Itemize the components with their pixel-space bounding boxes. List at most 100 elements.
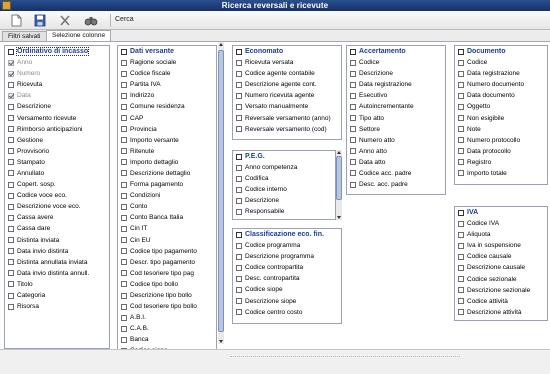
column-checkbox[interactable] (458, 103, 464, 110)
column-checkbox[interactable] (8, 115, 14, 122)
group-checkbox[interactable] (350, 48, 356, 55)
column-option[interactable]: Versato manualmente (233, 101, 341, 112)
column-option[interactable]: Codice siope (233, 284, 341, 295)
column-checkbox[interactable] (236, 298, 242, 305)
column-option[interactable]: Responsabile (233, 206, 335, 217)
column-checkbox[interactable] (458, 253, 464, 260)
column-option[interactable]: C.A.B. (118, 323, 216, 334)
column-option[interactable]: Anno atto (347, 146, 445, 157)
column-option[interactable]: Importo totale (455, 168, 547, 179)
group-checkbox[interactable] (236, 48, 242, 55)
column-checkbox[interactable] (121, 259, 127, 266)
column-checkbox[interactable] (458, 220, 464, 227)
column-checkbox[interactable] (8, 170, 14, 177)
column-option[interactable]: Versamento ricevute (5, 112, 109, 123)
column-option[interactable]: Indirizzo (118, 90, 216, 101)
column-option[interactable]: Forma pagamento (118, 179, 216, 190)
group-checkbox[interactable] (236, 231, 242, 238)
column-checkbox[interactable] (458, 231, 464, 238)
column-checkbox[interactable] (458, 276, 464, 283)
column-checkbox[interactable] (236, 186, 242, 193)
column-checkbox[interactable] (350, 81, 356, 88)
column-option[interactable]: Provvisorio (5, 146, 109, 157)
column-checkbox[interactable] (121, 336, 127, 343)
column-checkbox[interactable] (8, 92, 14, 99)
column-checkbox[interactable] (8, 270, 14, 277)
column-checkbox[interactable] (458, 59, 464, 66)
column-checkbox[interactable] (8, 292, 14, 299)
column-option[interactable]: Oggetto (455, 101, 547, 112)
column-option[interactable]: Desc. contropartita (233, 273, 341, 284)
column-checkbox[interactable] (236, 175, 242, 182)
column-option[interactable]: Tipo atto (347, 112, 445, 123)
column-option[interactable]: Cod tesoriere tipo pag (118, 268, 216, 279)
column-option[interactable]: Rimborso anticipazioni (5, 124, 109, 135)
column-option[interactable]: Data invio distinta (5, 246, 109, 257)
column-checkbox[interactable] (350, 70, 356, 77)
column-option[interactable]: Distinta annullata inviata (5, 257, 109, 268)
column-checkbox[interactable] (458, 170, 464, 177)
column-option[interactable]: Descrizione sezionale (455, 285, 547, 296)
column-option[interactable]: Codice contropartita (233, 262, 341, 273)
column-checkbox[interactable] (236, 103, 242, 110)
column-option[interactable]: Registro (455, 157, 547, 168)
column-checkbox[interactable] (458, 148, 464, 155)
column-checkbox[interactable] (8, 126, 14, 133)
column-option[interactable]: Codice fiscale (118, 68, 216, 79)
column-option[interactable]: Codice acc. padre (347, 168, 445, 179)
column-checkbox[interactable] (8, 237, 14, 244)
column-option[interactable]: Data (5, 90, 109, 101)
column-checkbox[interactable] (121, 314, 127, 321)
column-checkbox[interactable] (236, 264, 242, 271)
column-checkbox[interactable] (236, 70, 242, 77)
column-option[interactable]: Condizioni (118, 190, 216, 201)
column-option[interactable]: Numero protocollo (455, 135, 547, 146)
column-checkbox[interactable] (121, 148, 127, 155)
column-checkbox[interactable] (350, 115, 356, 122)
scrollbar-thumb[interactable] (218, 50, 224, 332)
column-checkbox[interactable] (236, 81, 242, 88)
column-checkbox[interactable] (350, 170, 356, 177)
column-option[interactable]: Codice (347, 57, 445, 68)
column-checkbox[interactable] (350, 103, 356, 110)
column-checkbox[interactable] (8, 148, 14, 155)
column-option[interactable]: Descrizione causale (455, 262, 547, 273)
column-option[interactable]: Anno competenza (233, 162, 335, 173)
tab-filtri-salvati[interactable]: Filtri salvati (2, 31, 47, 41)
group-header[interactable]: Documento (455, 46, 547, 57)
column-checkbox[interactable] (236, 309, 242, 316)
column-checkbox[interactable] (458, 115, 464, 122)
binoculars-icon[interactable] (84, 14, 98, 27)
column-checkbox[interactable] (121, 170, 127, 177)
column-option[interactable]: Data protocollo (455, 146, 547, 157)
column-option[interactable]: Codice tipo pagamento (118, 246, 216, 257)
column-checkbox[interactable] (8, 192, 14, 199)
column-option[interactable]: Non esigibile (455, 112, 547, 123)
column-option[interactable]: Ritenute (118, 146, 216, 157)
column-checkbox[interactable] (8, 225, 14, 232)
column-checkbox[interactable] (458, 159, 464, 166)
column-checkbox[interactable] (350, 59, 356, 66)
group-header[interactable]: Accertamento (347, 46, 445, 57)
column-option[interactable]: Codice (455, 57, 547, 68)
column-option[interactable]: CAP (118, 112, 216, 123)
column-option[interactable]: Descrizione attività (455, 307, 547, 318)
column-option[interactable]: Numero ricevuta agente (233, 90, 341, 101)
column-checkbox[interactable] (236, 197, 242, 204)
column-checkbox[interactable] (121, 115, 127, 122)
column-option[interactable]: Settore (347, 124, 445, 135)
column-option[interactable]: Codice interno (233, 184, 335, 195)
column-checkbox[interactable] (350, 126, 356, 133)
column-option[interactable]: Risorsa (5, 301, 109, 312)
column-checkbox[interactable] (121, 92, 127, 99)
column-checkbox[interactable] (8, 248, 14, 255)
column-option[interactable]: Ricevuta versata (233, 57, 341, 68)
scrollbar-thumb[interactable] (336, 156, 342, 200)
save-icon[interactable] (33, 14, 47, 27)
column-checkbox[interactable] (121, 325, 127, 332)
column-checkbox[interactable] (350, 148, 356, 155)
column-checkbox[interactable] (236, 275, 242, 282)
column-checkbox[interactable] (8, 203, 14, 210)
column-option[interactable]: Data registrazione (347, 79, 445, 90)
column-checkbox[interactable] (8, 103, 14, 110)
